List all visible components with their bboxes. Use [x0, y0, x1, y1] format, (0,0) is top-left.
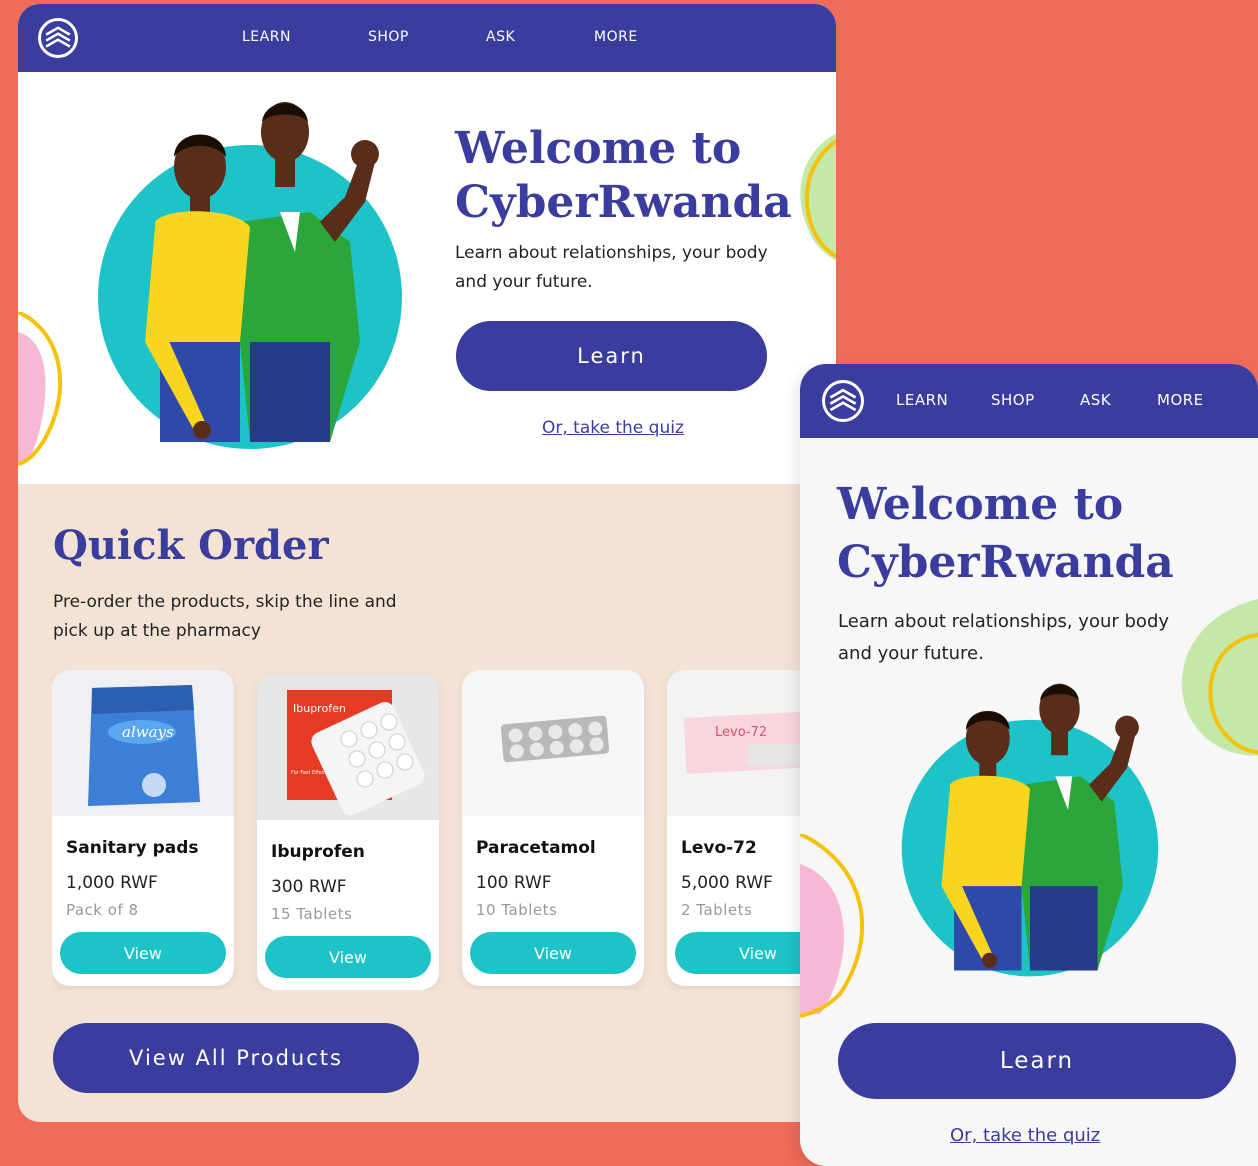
product-image	[462, 670, 644, 816]
ibuprofen-brand-text: Ibuprofen	[293, 702, 346, 715]
view-button[interactable]: View	[60, 932, 226, 974]
logo-icon[interactable]	[822, 380, 864, 422]
quick-order-text: Pre-order the products, skip the line an…	[53, 592, 397, 641]
quiz-link[interactable]: Or, take the quiz	[542, 418, 684, 438]
product-price: 100 RWF	[476, 873, 552, 893]
nav-learn[interactable]: LEARN	[242, 29, 291, 45]
mobile-navbar: LEARN SHOP ASK MORE	[800, 364, 1258, 438]
hero-text: Learn about relationships, your body and…	[455, 243, 768, 292]
mobile-hero-title-line1: Welcome to	[837, 479, 1124, 530]
product-quantity: 2 Tablets	[681, 901, 753, 919]
mobile-page: LEARN SHOP ASK MORE Welcome to CyberRwan…	[800, 364, 1258, 1166]
quick-order-title: Quick Order	[53, 522, 329, 569]
nav-ask[interactable]: ASK	[486, 29, 515, 45]
product-price: 300 RWF	[271, 877, 347, 897]
mobile-nav-more[interactable]: MORE	[1157, 391, 1204, 409]
desktop-navbar: LEARN SHOP ASK MORE	[18, 4, 836, 72]
mobile-hero-title: Welcome to CyberRwanda	[837, 476, 1174, 592]
mobile-quiz-link[interactable]: Or, take the quiz	[950, 1125, 1100, 1146]
product-card[interactable]: always Sanitary pads 1,000 RWF Pack of 8…	[52, 670, 234, 986]
hero-illustration	[98, 102, 402, 449]
product-price: 5,000 RWF	[681, 873, 773, 893]
nav-more[interactable]: MORE	[594, 29, 638, 45]
mobile-hero-illustration	[901, 683, 1159, 977]
hero-section: Welcome to CyberRwanda Learn about relat…	[18, 72, 836, 484]
product-name: Levo-72	[681, 838, 757, 858]
product-image: always	[52, 670, 234, 816]
hero-title: Welcome to CyberRwanda	[455, 122, 792, 230]
product-price: 1,000 RWF	[66, 873, 158, 893]
product-name: Ibuprofen	[271, 842, 365, 862]
pads-package-image: always	[88, 685, 200, 806]
view-all-products-button[interactable]: View All Products	[53, 1023, 419, 1093]
product-quantity: 10 Tablets	[476, 901, 558, 919]
product-image: Ibuprofen For Fast Effective Pain Relief	[257, 674, 439, 820]
pads-brand-text: always	[122, 723, 174, 741]
paracetamol-blister-image	[500, 715, 610, 763]
product-name: Paracetamol	[476, 838, 596, 858]
product-card[interactable]: Ibuprofen For Fast Effective Pain Relief…	[257, 674, 439, 990]
desktop-page: LEARN SHOP ASK MORE Welcome to CyberRwan…	[18, 4, 836, 1122]
learn-button[interactable]: Learn	[456, 321, 767, 391]
logo-icon[interactable]	[38, 18, 78, 58]
mobile-hero-title-line2: CyberRwanda	[837, 537, 1174, 588]
mobile-nav-ask[interactable]: ASK	[1080, 391, 1111, 409]
mobile-learn-button[interactable]: Learn	[838, 1023, 1236, 1099]
view-button[interactable]: View	[470, 932, 636, 974]
decorative-blob-left	[800, 834, 864, 1018]
mobile-hero-text: Learn about relationships, your body and…	[838, 611, 1170, 664]
product-carousel: always Sanitary pads 1,000 RWF Pack of 8…	[52, 670, 836, 990]
hero-title-line2: CyberRwanda	[455, 177, 792, 228]
mobile-nav-learn[interactable]: LEARN	[896, 391, 948, 409]
hero-title-line1: Welcome to	[455, 123, 742, 174]
mobile-nav-shop[interactable]: SHOP	[991, 391, 1035, 409]
nav-shop[interactable]: SHOP	[368, 29, 409, 45]
decorative-blob-right	[800, 133, 836, 261]
product-card[interactable]: Paracetamol 100 RWF 10 Tablets View	[462, 670, 644, 986]
ibuprofen-package-image: Ibuprofen For Fast Effective Pain Relief	[287, 690, 425, 816]
product-quantity: Pack of 8	[66, 901, 139, 919]
product-name: Sanitary pads	[66, 838, 199, 858]
product-quantity: 15 Tablets	[271, 905, 353, 923]
decorative-blob-left	[18, 312, 63, 466]
levo-brand-text: Levo-72	[715, 725, 767, 740]
view-button[interactable]: View	[265, 936, 431, 978]
